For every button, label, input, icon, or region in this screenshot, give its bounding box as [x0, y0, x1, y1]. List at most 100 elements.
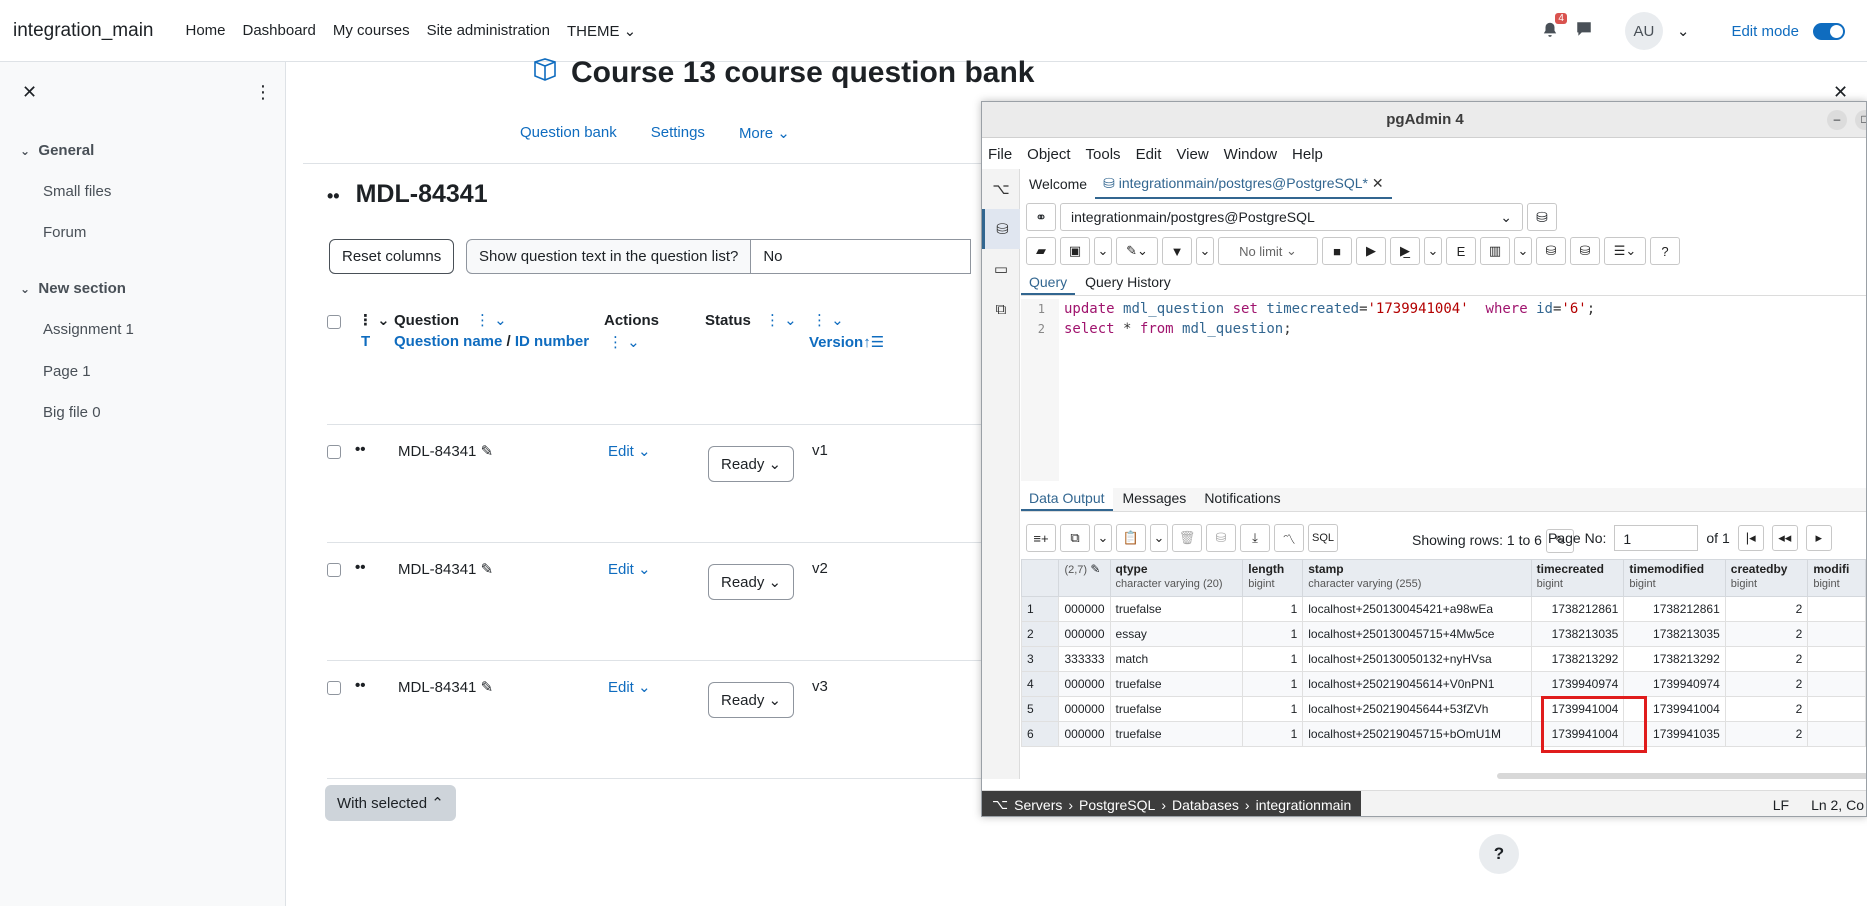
- sort-question-name[interactable]: Question name: [394, 333, 502, 350]
- horizontal-scrollbar[interactable]: [1497, 773, 1866, 779]
- section-new-section[interactable]: ⌄ New section: [20, 280, 126, 297]
- pencil-icon[interactable]: ✎: [481, 561, 494, 578]
- table-cell[interactable]: 1738213292: [1623, 646, 1726, 672]
- save-data-icon[interactable]: ⛁: [1206, 524, 1236, 552]
- nav-home[interactable]: Home: [185, 22, 225, 40]
- reset-columns-button[interactable]: Reset columns: [329, 239, 455, 274]
- tab-query-tool[interactable]: ⛁ integrationmain/postgres@PostgreSQL* ✕: [1095, 169, 1392, 199]
- table-cell[interactable]: [1807, 596, 1866, 622]
- row-checkbox[interactable]: [327, 563, 341, 577]
- query-tool-icon[interactable]: ⛁: [982, 209, 1020, 249]
- limit-select[interactable]: No limit ⌄: [1218, 237, 1318, 265]
- drawer-item-assignment-1[interactable]: Assignment 1: [43, 321, 134, 338]
- table-cell[interactable]: localhost+250130050132+nyHVsa: [1302, 646, 1532, 672]
- table-cell[interactable]: truefalse: [1109, 696, 1244, 722]
- execute-script-icon[interactable]: ▶̲: [1390, 237, 1420, 265]
- column-header[interactable]: createdby bigint: [1724, 559, 1809, 597]
- graph-icon[interactable]: 〽: [1274, 524, 1304, 552]
- column-options-icon[interactable]: ⋮ ⌄: [358, 311, 390, 329]
- open-file-icon[interactable]: ▰: [1026, 237, 1056, 265]
- connection-select[interactable]: integrationmain/postgres@PostgreSQL ⌄: [1060, 203, 1523, 231]
- column-header[interactable]: qtype character varying (20): [1109, 559, 1244, 597]
- table-cell[interactable]: 1738213292: [1530, 646, 1625, 672]
- edit-menu[interactable]: Edit ⌄: [608, 442, 651, 460]
- rollback-icon[interactable]: ⛁: [1570, 237, 1600, 265]
- close-icon[interactable]: ✕: [1833, 82, 1848, 103]
- drawer-item-small-files[interactable]: Small files: [43, 183, 111, 200]
- help-button[interactable]: ?: [1479, 834, 1519, 874]
- table-cell[interactable]: 000000: [1058, 671, 1111, 697]
- drawer-item-forum[interactable]: Forum: [43, 224, 86, 241]
- column-header[interactable]: timecreated bigint: [1530, 559, 1625, 597]
- table-cell[interactable]: 1739940974: [1623, 671, 1726, 697]
- menu-object[interactable]: Object: [1027, 146, 1070, 163]
- connection-status-icon[interactable]: ⚭: [1026, 203, 1056, 231]
- chevron-down-icon[interactable]: ⌄: [1094, 237, 1112, 265]
- table-cell[interactable]: 1: [1242, 646, 1304, 672]
- tab-query[interactable]: Query: [1021, 272, 1076, 295]
- table-cell[interactable]: [1807, 621, 1866, 647]
- schema-diff-icon[interactable]: ⧉: [982, 289, 1020, 329]
- tab-question-bank[interactable]: Question bank: [520, 124, 617, 142]
- sql-editor[interactable]: 12 update mdl_question set timecreated='…: [1021, 299, 1866, 481]
- column-header[interactable]: (2,7) ✎: [1058, 559, 1111, 597]
- table-cell[interactable]: 000000: [1058, 596, 1111, 622]
- tab-messages[interactable]: Messages: [1115, 488, 1195, 511]
- nav-dashboard[interactable]: Dashboard: [243, 22, 316, 40]
- edit-menu[interactable]: Edit ⌄: [608, 560, 651, 578]
- drawer-item-big-file-0[interactable]: Big file 0: [43, 404, 101, 421]
- column-header[interactable]: timemodified bigint: [1623, 559, 1726, 597]
- column-version-options-icon[interactable]: ⋮ ⌄: [812, 311, 844, 329]
- row-number[interactable]: 3: [1020, 646, 1060, 672]
- column-version-sort[interactable]: Version↑☰: [809, 333, 884, 351]
- column-type-sort[interactable]: T: [361, 333, 370, 350]
- table-cell[interactable]: 1739940974: [1530, 671, 1625, 697]
- site-brand[interactable]: integration_main: [13, 20, 153, 42]
- explain-icon[interactable]: E: [1446, 237, 1476, 265]
- table-cell[interactable]: truefalse: [1109, 721, 1244, 747]
- table-cell[interactable]: 1: [1242, 671, 1304, 697]
- table-cell[interactable]: [1807, 646, 1866, 672]
- status-select[interactable]: Ready ⌄: [708, 564, 795, 600]
- help-icon[interactable]: ?: [1650, 237, 1680, 265]
- table-cell[interactable]: 333333: [1058, 646, 1111, 672]
- table-cell[interactable]: [1807, 696, 1866, 722]
- delete-icon[interactable]: 🗑: [1172, 524, 1202, 552]
- table-cell[interactable]: 000000: [1058, 696, 1111, 722]
- chevron-down-icon[interactable]: ⌄: [1150, 524, 1168, 552]
- new-connection-icon[interactable]: ⛁: [1527, 203, 1557, 231]
- notifications-bell-icon[interactable]: 4: [1541, 13, 1567, 41]
- tab-notifications[interactable]: Notifications: [1196, 488, 1288, 511]
- chevron-down-icon[interactable]: ⌄: [1196, 237, 1214, 265]
- first-page-icon[interactable]: |◂: [1737, 525, 1764, 551]
- tab-more[interactable]: More ⌄: [739, 124, 790, 142]
- save-file-icon[interactable]: ▣: [1060, 237, 1090, 265]
- column-header[interactable]: length bigint: [1242, 559, 1304, 597]
- table-cell[interactable]: 2: [1724, 721, 1809, 747]
- menu-view[interactable]: View: [1176, 146, 1208, 163]
- column-question-options-icon[interactable]: ⋮ ⌄: [475, 311, 507, 329]
- row-number[interactable]: 5: [1020, 696, 1060, 722]
- table-cell[interactable]: truefalse: [1109, 596, 1244, 622]
- table-cell[interactable]: 1738212861: [1530, 596, 1625, 622]
- close-tab-icon[interactable]: ✕: [1372, 175, 1384, 191]
- chevron-down-icon[interactable]: ⌄: [1094, 524, 1112, 552]
- menu-tools[interactable]: Tools: [1086, 146, 1121, 163]
- nav-site-administration[interactable]: Site administration: [427, 22, 550, 40]
- table-cell[interactable]: 1: [1242, 721, 1304, 747]
- row-number[interactable]: 2: [1020, 621, 1060, 647]
- column-actions-options-icon[interactable]: ⋮ ⌄: [608, 333, 640, 351]
- row-checkbox[interactable]: [327, 681, 341, 695]
- explain-analyze-icon[interactable]: ▥: [1480, 237, 1510, 265]
- drawer-options-icon[interactable]: ⋮: [254, 82, 272, 103]
- paste-icon[interactable]: 📋: [1116, 524, 1146, 552]
- edit-icon[interactable]: ✎⌄: [1116, 237, 1158, 265]
- drawer-item-page-1[interactable]: Page 1: [43, 363, 91, 380]
- table-cell[interactable]: essay: [1109, 621, 1244, 647]
- select-all-checkbox[interactable]: [327, 315, 341, 329]
- table-cell[interactable]: match: [1109, 646, 1244, 672]
- table-cell[interactable]: 1738213035: [1530, 621, 1625, 647]
- table-cell[interactable]: 2: [1724, 621, 1809, 647]
- nav-theme[interactable]: THEME ⌄: [567, 22, 636, 40]
- table-cell[interactable]: localhost+250219045614+V0nPN1: [1302, 671, 1532, 697]
